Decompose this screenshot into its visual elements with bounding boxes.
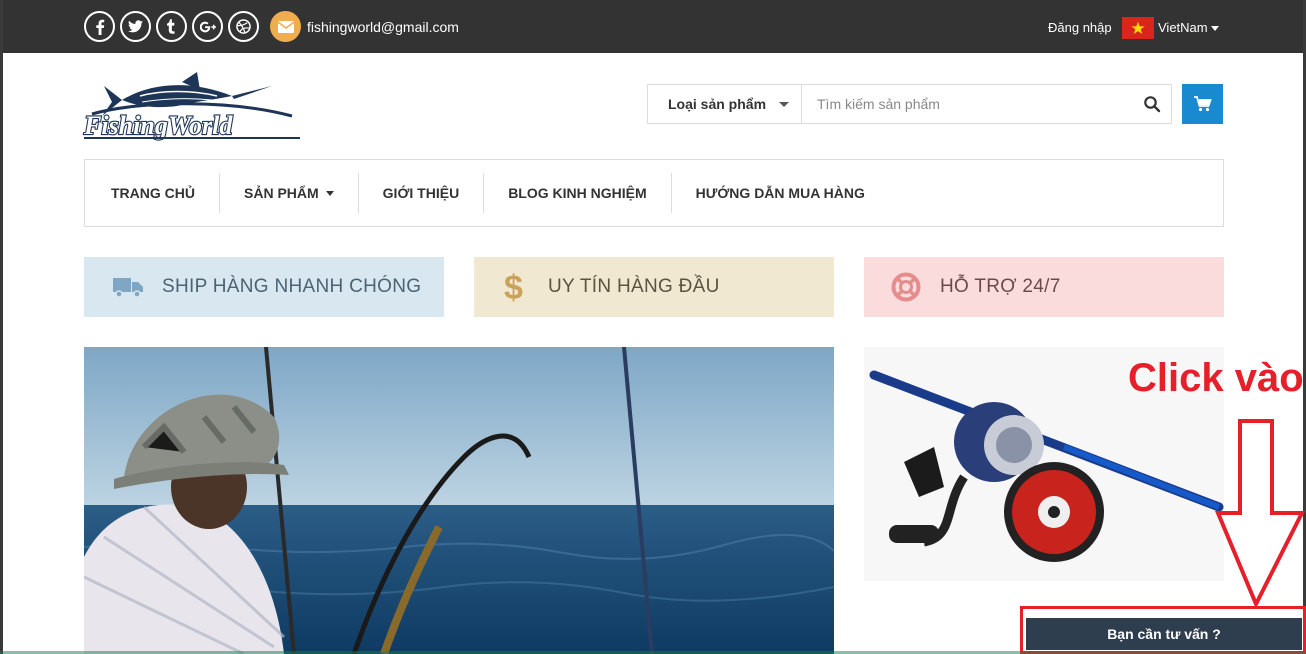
caret-down-icon [779, 102, 789, 107]
cart-button[interactable] [1182, 84, 1223, 124]
nav-item-home[interactable]: TRANG CHỦ [85, 173, 220, 213]
nav-item-label: SẢN PHẨM [244, 185, 319, 201]
email-icon [270, 11, 301, 42]
feature-label: HỖ TRỢ 24/7 [940, 276, 1061, 297]
arrow-down-icon [1214, 419, 1306, 608]
truck-icon [108, 267, 148, 307]
facebook-icon[interactable] [84, 11, 115, 42]
caret-down-icon [1210, 26, 1219, 32]
search-bar: Loại sản phẩm [647, 84, 1172, 124]
vietnam-flag-icon [1122, 17, 1154, 39]
svg-text:$: $ [504, 270, 523, 304]
google-plus-icon[interactable] [192, 11, 223, 42]
language-label: VietNam [1158, 20, 1208, 35]
nav-item-products[interactable]: SẢN PHẨM [220, 173, 359, 213]
twitter-icon[interactable] [120, 11, 151, 42]
frame-left-edge [0, 0, 3, 654]
dribbble-icon[interactable] [228, 11, 259, 42]
feature-trust: $ UY TÍN HÀNG ĐẦU [474, 257, 834, 317]
main-nav: TRANG CHỦ SẢN PHẨM GIỚI THIỆU BLOG KINH … [84, 159, 1224, 227]
search-input[interactable] [803, 85, 1133, 123]
category-select[interactable]: Loại sản phẩm [648, 85, 802, 123]
nav-item-label: BLOG KINH NGHIỆM [508, 185, 647, 201]
logo-wordmark-fill: FishingWorld [83, 111, 233, 140]
nav-item-blog[interactable]: BLOG KINH NGHIỆM [484, 173, 672, 213]
nav-item-buying-guide[interactable]: HƯỚNG DẪN MUA HÀNG [672, 173, 889, 213]
category-select-label: Loại sản phẩm [668, 96, 767, 112]
consult-button[interactable]: Bạn cần tư vấn ? [1026, 618, 1302, 650]
caret-down-icon [325, 190, 334, 196]
shopping-cart-icon [1193, 96, 1212, 112]
nav-item-about[interactable]: GIỚI THIỆU [359, 173, 485, 213]
top-bar: fishingworld@gmail.com Đăng nhập VietNam [3, 0, 1303, 53]
tumblr-icon[interactable] [156, 11, 187, 42]
nav-item-label: HƯỚNG DẪN MUA HÀNG [695, 185, 865, 201]
feature-support: HỖ TRỢ 24/7 [864, 257, 1224, 317]
lifebuoy-icon [886, 267, 926, 307]
feature-label: UY TÍN HÀNG ĐẦU [548, 276, 720, 297]
language-selector[interactable]: VietNam [1158, 20, 1219, 35]
dollar-icon: $ [494, 267, 534, 307]
contact-email[interactable]: fishingworld@gmail.com [307, 19, 459, 35]
feature-fast-shipping: SHIP HÀNG NHANH CHÓNG [84, 257, 444, 317]
nav-item-label: TRANG CHỦ [111, 185, 195, 201]
nav-item-label: GIỚI THIỆU [382, 185, 460, 201]
feature-label: SHIP HÀNG NHANH CHÓNG [162, 276, 422, 297]
click-here-annotation: Click vào [1128, 356, 1304, 400]
login-link[interactable]: Đăng nhập [1048, 20, 1112, 35]
hero-banner-fishing-image[interactable] [84, 347, 834, 654]
search-icon[interactable] [1143, 95, 1161, 113]
site-logo[interactable]: FishingWorld FishingWorld [82, 72, 304, 142]
